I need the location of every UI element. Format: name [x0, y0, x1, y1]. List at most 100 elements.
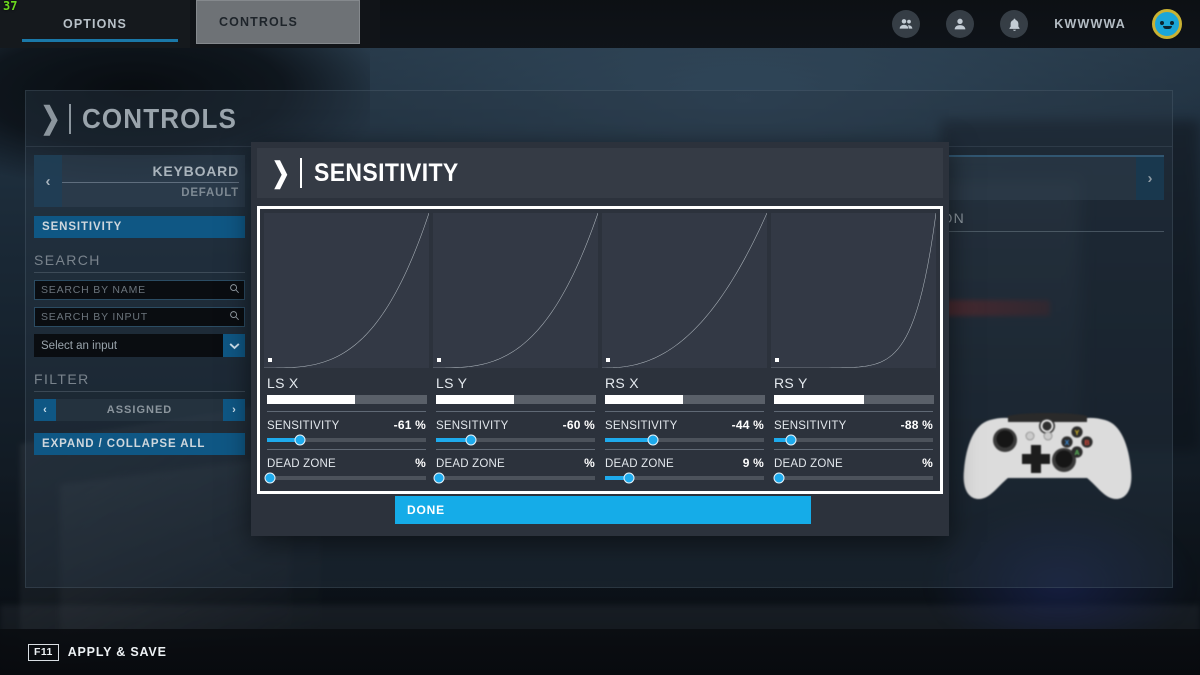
filter-section-label: FILTER	[34, 371, 245, 392]
search-by-name-row[interactable]	[34, 280, 245, 300]
svg-text:X: X	[1065, 440, 1070, 447]
dead-zone-slider[interactable]	[773, 472, 933, 484]
chevron-down-icon[interactable]	[223, 334, 245, 357]
sensitivity-curve-graph	[602, 213, 767, 368]
avatar-eye-right	[1170, 21, 1174, 25]
dead-zone-slider-knob[interactable]	[623, 472, 635, 484]
sensitivity-curve-graph	[433, 213, 598, 368]
dead-zone-slider-knob[interactable]	[264, 472, 276, 484]
sensitivity-curve-graph	[771, 213, 936, 368]
sensitivity-header: SENSITIVITY -44 %	[605, 418, 764, 432]
filter-value: ASSIGNED	[106, 404, 173, 416]
curve-origin-marker	[437, 358, 441, 362]
dead-zone-label: DEAD ZONE	[436, 458, 505, 470]
dead-zone-slider[interactable]	[433, 472, 595, 484]
sensitivity-card: LS X SENSITIVITY -61 % DEAD ZONE %	[264, 213, 429, 487]
avatar-eye-left	[1160, 21, 1164, 25]
input-select-value: Select an input	[41, 339, 118, 352]
xbox-controller-image: Y X B A	[963, 413, 1132, 499]
description-next-button[interactable]: ›	[1136, 157, 1164, 200]
device-selector: ‹ KEYBOARD DEFAULT	[34, 155, 245, 207]
device-preset: DEFAULT	[181, 187, 239, 199]
sensitivity-control: SENSITIVITY -60 %	[433, 412, 598, 446]
dead-zone-label: DEAD ZONE	[774, 458, 843, 470]
sensitivity-slider-knob[interactable]	[294, 434, 306, 446]
card-level-fill	[774, 395, 864, 404]
card-level-bar	[774, 395, 934, 404]
sensitivity-slider-knob[interactable]	[785, 434, 797, 446]
dead-zone-slider-knob[interactable]	[433, 472, 445, 484]
sensitivity-header: SENSITIVITY -60 %	[436, 418, 595, 432]
sensitivity-slider[interactable]	[436, 434, 595, 446]
card-level-bar	[267, 395, 427, 404]
avatar-mouth	[1162, 26, 1172, 29]
sensitivity-slider[interactable]	[605, 434, 764, 446]
profile-icon[interactable]	[946, 10, 975, 38]
sensitivity-slider-knob[interactable]	[647, 434, 659, 446]
dead-zone-header: DEAD ZONE %	[436, 456, 595, 470]
dead-zone-slider[interactable]	[264, 472, 426, 484]
dead-zone-value: %	[584, 456, 595, 470]
friends-icon[interactable]	[892, 10, 921, 38]
apply-and-save-action[interactable]: APPLY & SAVE	[68, 645, 167, 659]
svg-text:B: B	[1084, 440, 1089, 447]
search-by-input-input[interactable]	[41, 311, 229, 323]
sensitivity-curve-graph	[264, 213, 429, 368]
notification-bell-icon[interactable]	[1000, 10, 1029, 38]
sensitivity-slider-knob[interactable]	[465, 434, 477, 446]
sensitivity-slider[interactable]	[774, 434, 933, 446]
search-by-name-input[interactable]	[41, 284, 229, 296]
sensitivity-label: SENSITIVITY	[605, 420, 678, 432]
search-section-label: SEARCH	[34, 252, 245, 273]
card-level-fill	[436, 395, 515, 404]
curve-origin-marker	[268, 358, 272, 362]
device-text-group: KEYBOARD DEFAULT	[62, 155, 245, 207]
card-level-fill	[605, 395, 684, 404]
dead-zone-slider[interactable]	[605, 472, 764, 484]
dead-zone-header: DEAD ZONE 9 %	[605, 456, 764, 470]
search-icon[interactable]	[229, 283, 240, 297]
sensitivity-value: -88 %	[900, 418, 933, 432]
dialog-title-divider	[300, 158, 303, 188]
card-title: RS Y	[774, 375, 808, 391]
sensitivity-control: SENSITIVITY -44 %	[602, 412, 767, 446]
sidebar-item-sensitivity[interactable]: SENSITIVITY	[34, 216, 245, 238]
title-divider	[69, 103, 72, 134]
tab-options[interactable]: OPTIONS	[0, 0, 190, 48]
sensitivity-label: SENSITIVITY	[267, 420, 340, 432]
dead-zone-slider-knob[interactable]	[773, 472, 785, 484]
bottom-action-bar: F11 APPLY & SAVE	[0, 629, 1200, 675]
filter-prev-button[interactable]: ‹	[34, 399, 56, 421]
sensitivity-slider[interactable]	[267, 434, 426, 446]
sensitivity-label: SENSITIVITY	[436, 420, 509, 432]
svg-text:A: A	[1074, 450, 1079, 457]
card-title: LS Y	[436, 375, 468, 391]
card-title: RS X	[605, 375, 639, 391]
sensitivity-header: SENSITIVITY -88 %	[774, 418, 933, 432]
dead-zone-header: DEAD ZONE %	[774, 456, 933, 470]
card-level-bar	[436, 395, 596, 404]
page-title-header: ❯ CONTROLS	[26, 91, 1172, 147]
dead-zone-label: DEAD ZONE	[267, 458, 336, 470]
input-select-dropdown[interactable]: Select an input	[34, 334, 245, 357]
sensitivity-slider-fill	[605, 438, 653, 442]
sensitivity-card: LS Y SENSITIVITY -60 % DEAD ZONE %	[433, 213, 598, 487]
sensitivity-dialog: ❯ SENSITIVITY LS X SENSITIVITY -61 % DEA…	[251, 142, 949, 536]
dead-zone-header: DEAD ZONE %	[267, 456, 426, 470]
search-icon[interactable]	[229, 310, 240, 324]
device-prev-button[interactable]: ‹	[34, 155, 62, 207]
search-by-input-row[interactable]	[34, 307, 245, 327]
device-name: KEYBOARD	[62, 163, 239, 183]
filter-next-button[interactable]: ›	[223, 399, 245, 421]
sensitivity-card: RS X SENSITIVITY -44 % DEAD ZONE 9 %	[602, 213, 767, 487]
key-f11-badge: F11	[28, 643, 59, 661]
fps-counter: 37	[3, 0, 18, 13]
top-navigation-bar: OPTIONS CONTROLS KWWWWA	[0, 0, 1200, 48]
done-button[interactable]: DONE	[395, 496, 811, 524]
tab-controls[interactable]: CONTROLS	[196, 0, 360, 44]
topbar-user-area: KWWWWA	[892, 0, 1182, 48]
avatar[interactable]	[1152, 9, 1182, 39]
expand-collapse-all-button[interactable]: EXPAND / COLLAPSE ALL	[34, 433, 245, 455]
sensitivity-card: RS Y SENSITIVITY -88 % DEAD ZONE %	[771, 213, 936, 487]
dead-zone-control: DEAD ZONE 9 %	[602, 450, 767, 484]
